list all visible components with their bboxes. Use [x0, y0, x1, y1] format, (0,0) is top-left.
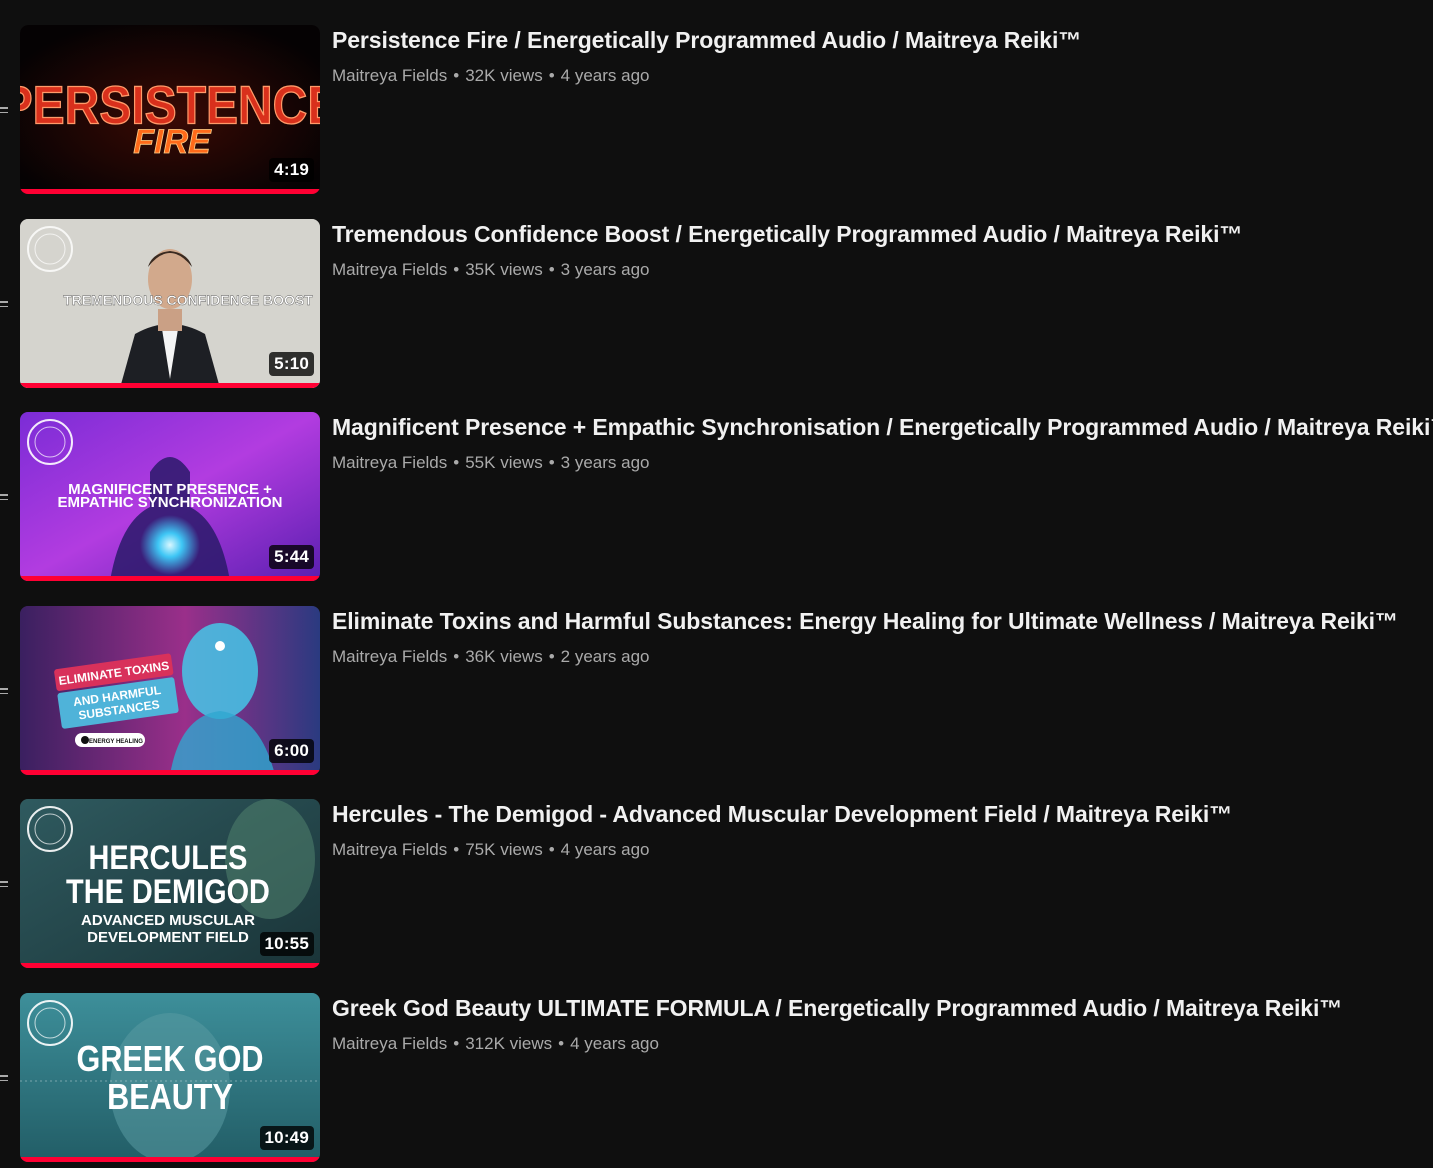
- duration-badge: 10:49: [259, 1126, 314, 1150]
- thumb-text: GREEK GOD: [77, 1040, 264, 1080]
- video-info: Eliminate Toxins and Harmful Substances:…: [332, 606, 1433, 668]
- thumb-text: THE DEMIGOD: [66, 872, 270, 911]
- video-info: Magnificent Presence + Empathic Synchron…: [332, 412, 1433, 474]
- watch-progress-bar: [20, 963, 320, 968]
- video-thumbnail[interactable]: TREMENDOUS CONFIDENCE BOOST 5:10: [20, 219, 320, 388]
- meta-separator: •: [453, 453, 460, 472]
- watch-progress-bar: [20, 383, 320, 388]
- upload-age: 3 years ago: [560, 260, 650, 279]
- thumb-text: FIRE: [133, 123, 212, 161]
- watch-progress-fill: [20, 189, 320, 194]
- meta-separator: •: [558, 1034, 565, 1053]
- watch-progress-bar: [20, 770, 320, 775]
- video-info: Persistence Fire / Energetically Program…: [332, 25, 1433, 87]
- drag-handle-icon[interactable]: [0, 688, 8, 696]
- watch-progress-bar: [20, 1157, 320, 1162]
- meta-separator: •: [453, 647, 460, 666]
- video-metadata: Maitreya Fields • 75K views • 4 years ago: [332, 839, 1433, 861]
- video-title[interactable]: Persistence Fire / Energetically Program…: [332, 25, 1433, 55]
- video-metadata: Maitreya Fields • 36K views • 2 years ago: [332, 646, 1433, 668]
- meta-separator: •: [548, 840, 555, 859]
- video-metadata: Maitreya Fields • 55K views • 3 years ago: [332, 452, 1433, 474]
- video-thumbnail[interactable]: HERCULES THE DEMIGOD ADVANCED MUSCULAR D…: [20, 799, 320, 968]
- upload-age: 4 years ago: [570, 1034, 659, 1053]
- upload-age: 4 years ago: [560, 66, 650, 85]
- watch-progress-bar: [20, 189, 320, 194]
- video-title[interactable]: Eliminate Toxins and Harmful Substances:…: [332, 606, 1433, 636]
- view-count: 35K views: [465, 260, 543, 279]
- playlist-video-row[interactable]: PERSISTENCE FIRE 4:19 Persistence Fire /…: [0, 25, 1433, 195]
- meta-separator: •: [548, 260, 555, 279]
- meta-separator: •: [548, 66, 555, 85]
- drag-handle-icon[interactable]: [0, 494, 8, 502]
- channel-name[interactable]: Maitreya Fields: [332, 647, 447, 666]
- view-count: 312K views: [465, 1034, 553, 1053]
- video-title[interactable]: Tremendous Confidence Boost / Energetica…: [332, 219, 1433, 249]
- video-metadata: Maitreya Fields • 35K views • 3 years ago: [332, 259, 1433, 281]
- video-title[interactable]: Magnificent Presence + Empathic Synchron…: [332, 412, 1433, 442]
- duration-badge: 5:44: [269, 545, 314, 569]
- watch-progress-fill: [20, 963, 320, 968]
- upload-age: 3 years ago: [560, 453, 650, 472]
- view-count: 75K views: [465, 840, 543, 859]
- meta-separator: •: [548, 647, 555, 666]
- thumb-text: TREMENDOUS CONFIDENCE BOOST: [63, 292, 313, 308]
- thumb-text: BEAUTY: [107, 1078, 233, 1118]
- meta-separator: •: [453, 66, 460, 85]
- playlist-video-row[interactable]: HERCULES THE DEMIGOD ADVANCED MUSCULAR D…: [0, 799, 1433, 969]
- playlist-video-row[interactable]: MAGNIFICENT PRESENCE + EMPATHIC SYNCHRON…: [0, 412, 1433, 582]
- playlist-video-row[interactable]: ELIMINATE TOXINS AND HARMFUL SUBSTANCES …: [0, 606, 1433, 776]
- duration-badge: 4:19: [269, 158, 314, 182]
- duration-badge: 5:10: [269, 352, 314, 376]
- watch-progress-bar: [20, 576, 320, 581]
- drag-handle-icon[interactable]: [0, 881, 8, 889]
- video-title[interactable]: Hercules - The Demigod - Advanced Muscul…: [332, 799, 1433, 829]
- upload-age: 4 years ago: [560, 840, 650, 859]
- drag-handle-icon[interactable]: [0, 107, 8, 115]
- view-count: 36K views: [465, 647, 543, 666]
- video-metadata: Maitreya Fields • 312K views • 4 years ago: [332, 1033, 1433, 1055]
- watch-progress-fill: [20, 770, 320, 775]
- playlist-video-row[interactable]: TREMENDOUS CONFIDENCE BOOST 5:10 Tremend…: [0, 219, 1433, 389]
- drag-handle-icon[interactable]: [0, 301, 8, 309]
- playlist-video-row[interactable]: GREEK GOD BEAUTY 10:49 Greek God Beauty …: [0, 993, 1433, 1163]
- meta-separator: •: [453, 1034, 460, 1053]
- thumb-text: ENERGY HEALING: [89, 739, 143, 745]
- meta-separator: •: [548, 453, 555, 472]
- channel-name[interactable]: Maitreya Fields: [332, 260, 447, 279]
- channel-name[interactable]: Maitreya Fields: [332, 840, 447, 859]
- view-count: 55K views: [465, 453, 543, 472]
- watch-progress-fill: [20, 383, 320, 388]
- video-thumbnail[interactable]: GREEK GOD BEAUTY 10:49: [20, 993, 320, 1162]
- duration-badge: 10:55: [259, 932, 314, 956]
- watch-progress-fill: [20, 1157, 320, 1162]
- meta-separator: •: [453, 840, 460, 859]
- video-metadata: Maitreya Fields • 32K views • 4 years ago: [332, 65, 1433, 87]
- upload-age: 2 years ago: [560, 647, 650, 666]
- thumb-text: EMPATHIC SYNCHRONIZATION: [58, 494, 283, 511]
- watch-progress-fill: [20, 576, 320, 581]
- video-thumbnail[interactable]: MAGNIFICENT PRESENCE + EMPATHIC SYNCHRON…: [20, 412, 320, 581]
- channel-name[interactable]: Maitreya Fields: [332, 453, 447, 472]
- video-thumbnail[interactable]: PERSISTENCE FIRE 4:19: [20, 25, 320, 194]
- video-info: Greek God Beauty ULTIMATE FORMULA / Ener…: [332, 993, 1433, 1055]
- video-title[interactable]: Greek God Beauty ULTIMATE FORMULA / Ener…: [332, 993, 1433, 1023]
- meta-separator: •: [453, 260, 460, 279]
- thumb-text: ADVANCED MUSCULAR: [81, 912, 255, 929]
- duration-badge: 6:00: [269, 739, 314, 763]
- channel-name[interactable]: Maitreya Fields: [332, 66, 447, 85]
- video-thumbnail[interactable]: ELIMINATE TOXINS AND HARMFUL SUBSTANCES …: [20, 606, 320, 775]
- thumb-text: DEVELOPMENT FIELD: [87, 929, 249, 946]
- video-info: Tremendous Confidence Boost / Energetica…: [332, 219, 1433, 281]
- channel-name[interactable]: Maitreya Fields: [332, 1034, 447, 1053]
- thumb-text: HERCULES: [89, 838, 248, 877]
- video-info: Hercules - The Demigod - Advanced Muscul…: [332, 799, 1433, 861]
- view-count: 32K views: [465, 66, 543, 85]
- drag-handle-icon[interactable]: [0, 1075, 8, 1083]
